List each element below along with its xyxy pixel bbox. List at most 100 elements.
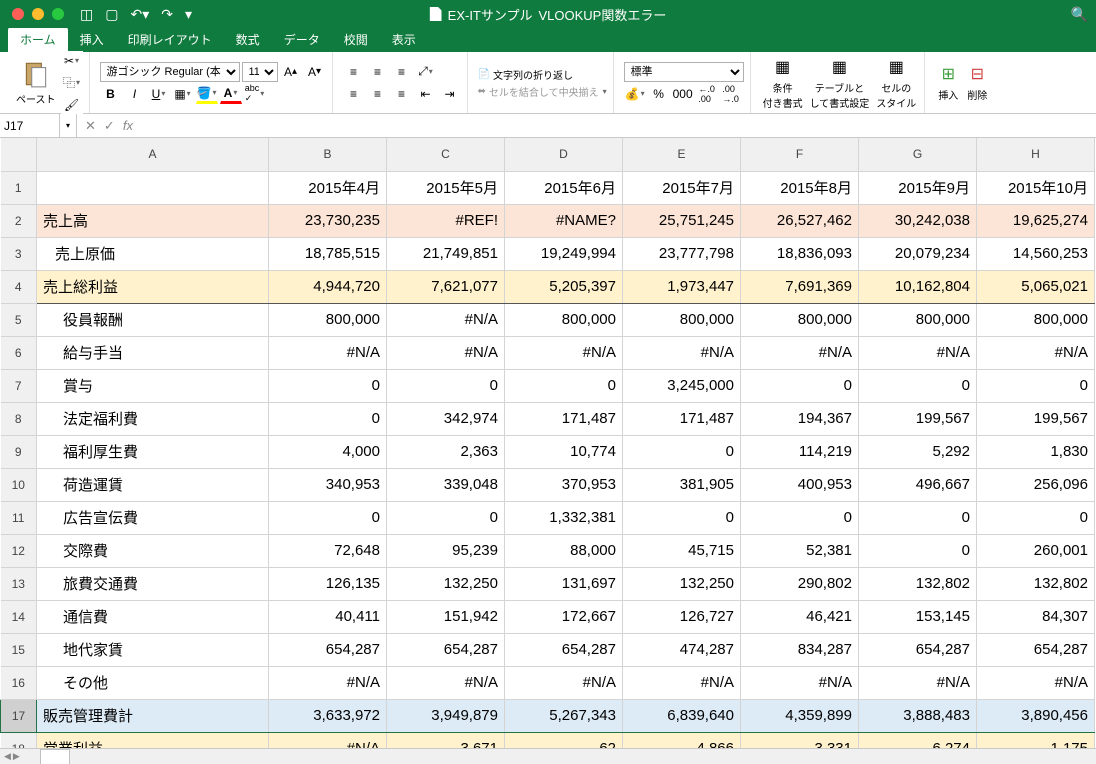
row-header-8[interactable]: 8	[1, 402, 37, 435]
cell[interactable]: 4,000	[269, 435, 387, 468]
cell-label[interactable]: 売上総利益	[37, 270, 269, 303]
qat-more-icon[interactable]: ▾	[185, 6, 192, 23]
cell[interactable]: 199,567	[859, 402, 977, 435]
cell[interactable]: #N/A	[741, 336, 859, 369]
insert-cells-button[interactable]: ⊞ 挿入	[935, 61, 961, 104]
cell-label[interactable]: 販売管理費計	[37, 699, 269, 732]
conditional-formatting-button[interactable]: ▦ 条件 付き書式	[761, 54, 805, 112]
search-icon[interactable]: 🔍	[1071, 6, 1088, 23]
increase-font-icon[interactable]: A▴	[280, 62, 302, 82]
cell[interactable]: 339,048	[387, 468, 505, 501]
cell[interactable]: 4,944,720	[269, 270, 387, 303]
cell[interactable]: 20,079,234	[859, 237, 977, 270]
cell[interactable]: 194,367	[741, 402, 859, 435]
cell[interactable]: 88,000	[505, 534, 623, 567]
tab-home[interactable]: ホーム	[8, 27, 68, 52]
cell[interactable]: 654,287	[859, 633, 977, 666]
cell-label[interactable]: 荷造運賃	[37, 468, 269, 501]
tab-data[interactable]: データ	[272, 27, 332, 52]
cell[interactable]: 496,667	[859, 468, 977, 501]
cell[interactable]: #N/A	[977, 666, 1095, 699]
cell[interactable]: 171,487	[505, 402, 623, 435]
bold-button[interactable]: B	[100, 84, 122, 104]
cell[interactable]: 654,287	[977, 633, 1095, 666]
cell[interactable]: 2015年9月	[859, 171, 977, 204]
row-header-4[interactable]: 4	[1, 270, 37, 303]
sheet-tab[interactable]	[40, 749, 70, 764]
cell[interactable]: #N/A	[269, 732, 387, 748]
cell[interactable]: 153,145	[859, 600, 977, 633]
cell[interactable]: 7,691,369	[741, 270, 859, 303]
cell[interactable]: 1,175	[977, 732, 1095, 748]
cell-label[interactable]: 賞与	[37, 369, 269, 402]
cell[interactable]: 4,359,899	[741, 699, 859, 732]
column-header-B[interactable]: B	[269, 138, 387, 171]
row-header-11[interactable]: 11	[1, 501, 37, 534]
cell[interactable]: 0	[269, 402, 387, 435]
cell-label[interactable]: 法定福利費	[37, 402, 269, 435]
italic-button[interactable]: I	[124, 84, 146, 104]
cell[interactable]: 6,839,640	[623, 699, 741, 732]
cell[interactable]: 25,751,245	[623, 204, 741, 237]
border-button[interactable]: ▦▾	[172, 84, 194, 104]
cell[interactable]: 256,096	[977, 468, 1095, 501]
cell[interactable]: 5,292	[859, 435, 977, 468]
cell[interactable]: 0	[387, 369, 505, 402]
undo-icon[interactable]: ↶▾	[130, 6, 149, 23]
cell[interactable]: #N/A	[977, 336, 1095, 369]
cell[interactable]: 171,487	[623, 402, 741, 435]
cell[interactable]: 2015年7月	[623, 171, 741, 204]
cell[interactable]: 18,785,515	[269, 237, 387, 270]
number-format-select[interactable]: 標準	[624, 62, 744, 82]
cell[interactable]: 6,274	[859, 732, 977, 748]
cell[interactable]: 3,888,483	[859, 699, 977, 732]
redo-icon[interactable]: ↷	[161, 6, 173, 23]
font-color-button[interactable]: A▾	[220, 84, 242, 104]
phonetic-button[interactable]: abc✓▾	[244, 84, 266, 104]
row-header-5[interactable]: 5	[1, 303, 37, 336]
cell[interactable]: 260,001	[977, 534, 1095, 567]
cell-label[interactable]: その他	[37, 666, 269, 699]
cell[interactable]: 381,905	[623, 468, 741, 501]
align-top-icon[interactable]: ≡	[343, 62, 365, 82]
cell[interactable]: 26,527,462	[741, 204, 859, 237]
cell[interactable]: #N/A	[387, 666, 505, 699]
cell-label[interactable]: 給与手当	[37, 336, 269, 369]
cell[interactable]: 126,135	[269, 567, 387, 600]
format-painter-icon[interactable]: 🖌	[61, 95, 83, 115]
comma-icon[interactable]: 000	[672, 84, 694, 104]
cell[interactable]: 132,250	[387, 567, 505, 600]
tab-view[interactable]: 表示	[380, 27, 428, 52]
cell[interactable]: 2015年6月	[505, 171, 623, 204]
cell[interactable]: 14,560,253	[977, 237, 1095, 270]
decrease-decimal-icon[interactable]: .00→.0	[720, 84, 742, 104]
cell[interactable]: #N/A	[859, 336, 977, 369]
cell[interactable]: #N/A	[387, 303, 505, 336]
cell-label[interactable]: 広告宣伝費	[37, 501, 269, 534]
decrease-font-icon[interactable]: A▾	[304, 62, 326, 82]
cell[interactable]: 1,973,447	[623, 270, 741, 303]
column-header-F[interactable]: F	[741, 138, 859, 171]
align-middle-icon[interactable]: ≡	[367, 62, 389, 82]
cell[interactable]: 0	[387, 501, 505, 534]
cell[interactable]: 0	[859, 501, 977, 534]
cell[interactable]: 40,411	[269, 600, 387, 633]
cell[interactable]: 1,332,381	[505, 501, 623, 534]
cell[interactable]: 46,421	[741, 600, 859, 633]
cell[interactable]: #N/A	[859, 666, 977, 699]
cell[interactable]	[37, 171, 269, 204]
cell[interactable]: 114,219	[741, 435, 859, 468]
cell[interactable]: 800,000	[623, 303, 741, 336]
column-header-G[interactable]: G	[859, 138, 977, 171]
cell[interactable]: 3,671	[387, 732, 505, 748]
copy-icon[interactable]: ⿻▾	[61, 73, 83, 93]
cell[interactable]: 132,250	[623, 567, 741, 600]
cell[interactable]: 132,802	[977, 567, 1095, 600]
increase-indent-icon[interactable]: ⇥	[439, 84, 461, 104]
currency-icon[interactable]: 💰▾	[624, 84, 646, 104]
cell-label[interactable]: 交際費	[37, 534, 269, 567]
cell[interactable]: #N/A	[505, 666, 623, 699]
maximize-window-button[interactable]	[52, 8, 64, 20]
decrease-indent-icon[interactable]: ⇤	[415, 84, 437, 104]
row-header-3[interactable]: 3	[1, 237, 37, 270]
